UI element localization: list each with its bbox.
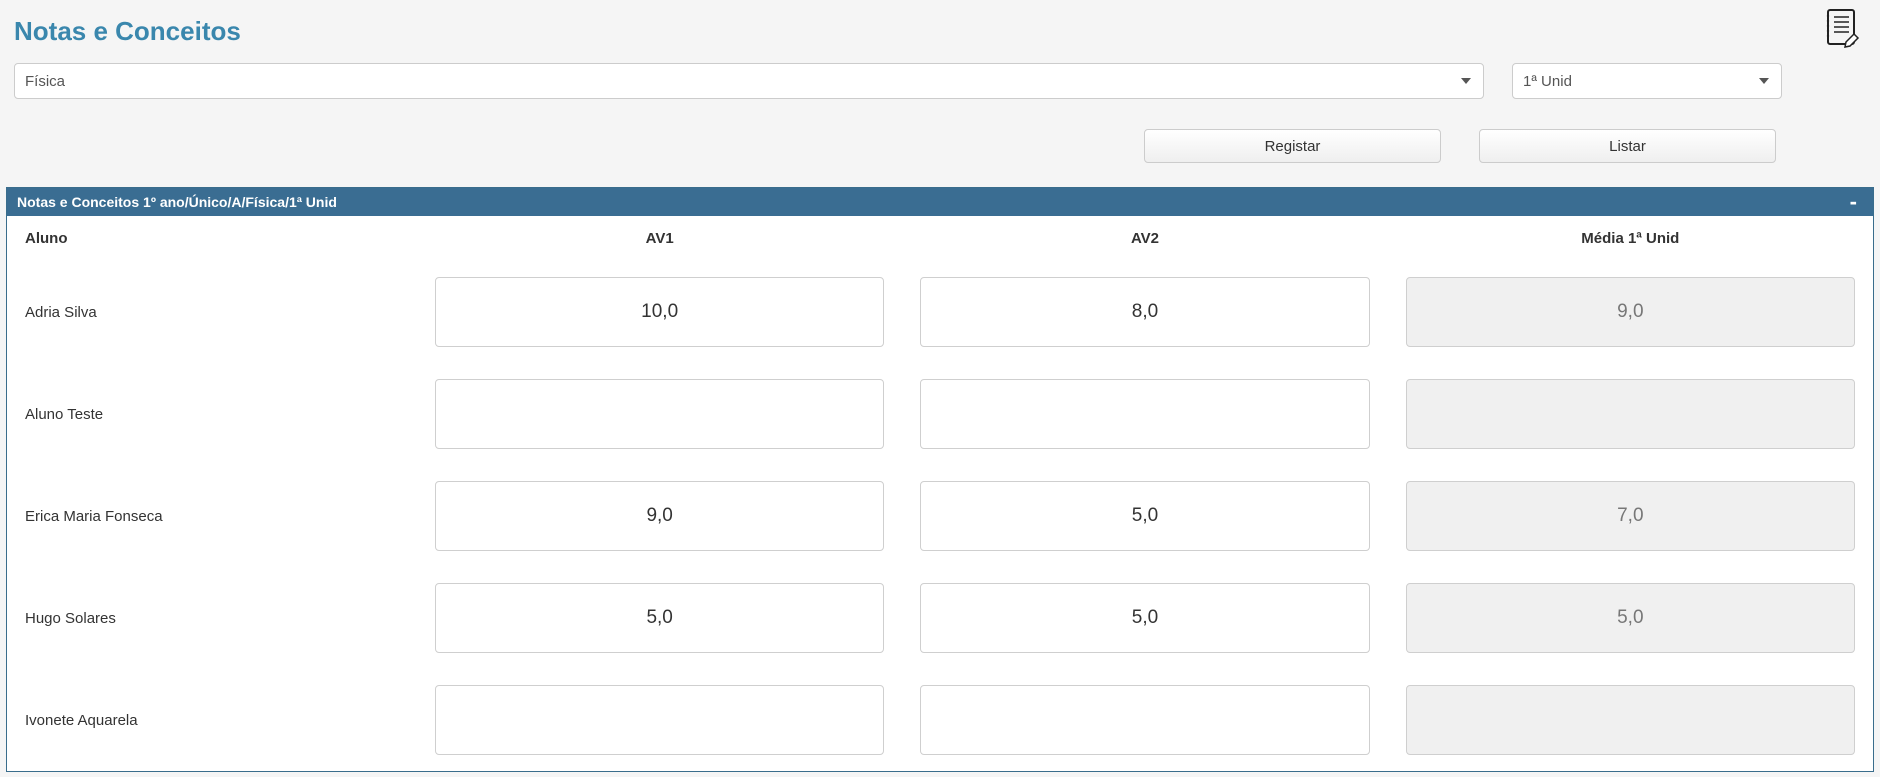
- av1-input[interactable]: [435, 583, 884, 653]
- student-name: Aluno Teste: [25, 406, 103, 423]
- student-name: Erica Maria Fonseca: [25, 508, 163, 525]
- media-input: [1406, 277, 1855, 347]
- av1-input[interactable]: [435, 685, 884, 755]
- register-button[interactable]: Registar: [1144, 129, 1441, 163]
- media-input: [1406, 685, 1855, 755]
- table-row: Hugo Solares: [7, 567, 1873, 669]
- col-header-av1: AV1: [417, 216, 902, 261]
- table-row: Aluno Teste: [7, 363, 1873, 465]
- media-input: [1406, 583, 1855, 653]
- panel-collapse-button[interactable]: ‐: [1844, 197, 1863, 207]
- table-row: Erica Maria Fonseca: [7, 465, 1873, 567]
- col-header-aluno: Aluno: [7, 216, 417, 261]
- grades-panel: Notas e Conceitos 1º ano/Único/A/Física/…: [6, 187, 1874, 772]
- student-name: Adria Silva: [25, 304, 97, 321]
- subject-select[interactable]: Física: [14, 63, 1484, 99]
- av1-input[interactable]: [435, 277, 884, 347]
- notebook-edit-icon[interactable]: [1822, 6, 1862, 51]
- av1-input[interactable]: [435, 379, 884, 449]
- table-row: Ivonete Aquarela: [7, 669, 1873, 771]
- av2-input[interactable]: [920, 685, 1369, 755]
- col-header-media: Média 1ª Unid: [1388, 216, 1873, 261]
- list-button[interactable]: Listar: [1479, 129, 1776, 163]
- grades-table: Aluno AV1 AV2 Média 1ª Unid Adria Silva A…: [7, 216, 1873, 771]
- panel-title: Notas e Conceitos 1º ano/Único/A/Física/…: [17, 194, 337, 210]
- table-row: Adria Silva: [7, 261, 1873, 363]
- media-input: [1406, 481, 1855, 551]
- av2-input[interactable]: [920, 379, 1369, 449]
- media-input: [1406, 379, 1855, 449]
- av2-input[interactable]: [920, 481, 1369, 551]
- av1-input[interactable]: [435, 481, 884, 551]
- page-title: Notas e Conceitos: [14, 16, 1866, 47]
- col-header-av2: AV2: [902, 216, 1387, 261]
- av2-input[interactable]: [920, 583, 1369, 653]
- student-name: Hugo Solares: [25, 610, 116, 627]
- av2-input[interactable]: [920, 277, 1369, 347]
- unit-select[interactable]: 1ª Unid: [1512, 63, 1782, 99]
- student-name: Ivonete Aquarela: [25, 712, 138, 729]
